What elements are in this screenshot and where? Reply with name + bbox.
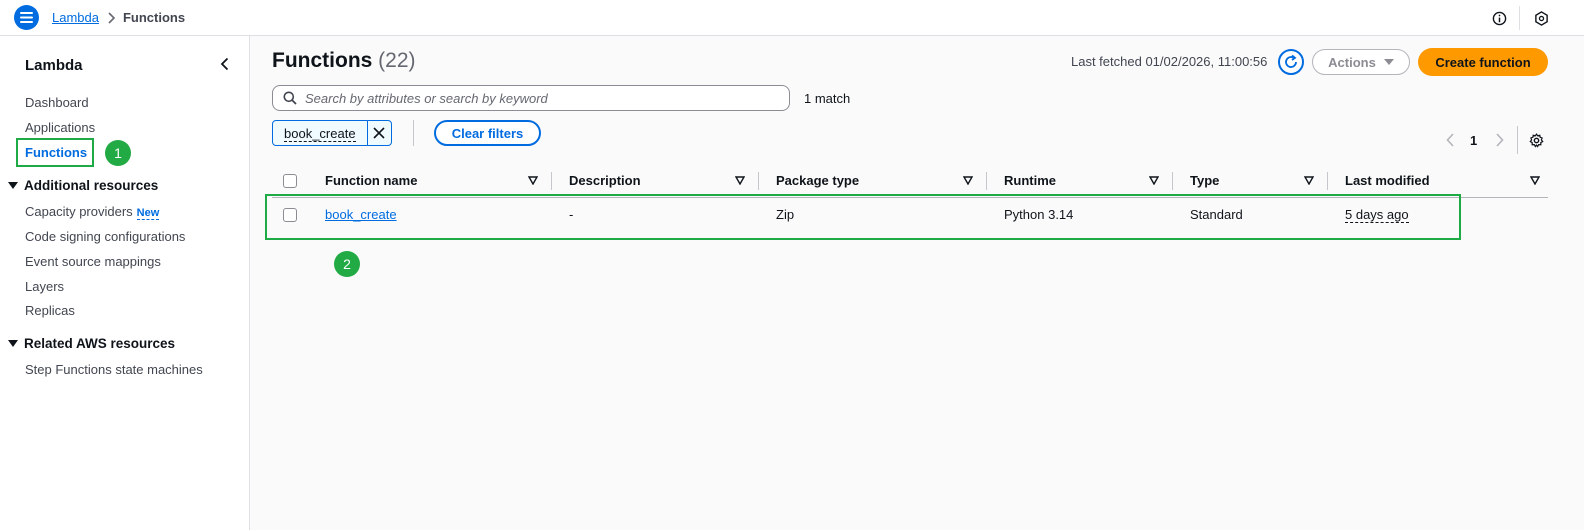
gear-icon[interactable] bbox=[1528, 132, 1544, 148]
section-title: Additional resources bbox=[24, 178, 159, 193]
search-field bbox=[272, 85, 790, 111]
highlight-function-row bbox=[265, 194, 1461, 240]
table-cell-last-modified: 5 days ago bbox=[1345, 207, 1409, 223]
column-divider[interactable] bbox=[1327, 172, 1328, 190]
clear-filters-button[interactable]: Clear filters bbox=[434, 120, 541, 146]
create-function-button[interactable]: Create function bbox=[1418, 48, 1548, 76]
sidebar-item-code-signing-configurations[interactable]: Code signing configurations bbox=[25, 229, 185, 244]
table-cell-type: Standard bbox=[1190, 207, 1243, 222]
filter-token-text: book_create bbox=[284, 126, 356, 142]
collapse-icon[interactable] bbox=[218, 57, 230, 71]
side-navigation: Lambda Dashboard Applications Functions … bbox=[0, 36, 250, 530]
chevron-right-icon bbox=[107, 11, 115, 24]
actions-button[interactable]: Actions bbox=[1312, 49, 1410, 75]
row-select-checkbox[interactable] bbox=[283, 208, 297, 222]
divider bbox=[1519, 6, 1520, 30]
sidebar-item-dashboard[interactable]: Dashboard bbox=[25, 95, 89, 110]
column-header-type[interactable]: Type bbox=[1190, 173, 1219, 188]
divider bbox=[1517, 126, 1518, 154]
sort-icon[interactable] bbox=[963, 175, 973, 185]
section-related-aws-resources[interactable]: Related AWS resources bbox=[8, 336, 175, 351]
column-divider[interactable] bbox=[551, 172, 552, 190]
sidebar-item-capacity-providers[interactable]: Capacity providers New bbox=[25, 204, 160, 220]
caret-down-icon bbox=[8, 340, 18, 347]
refresh-button[interactable] bbox=[1278, 49, 1304, 75]
sidebar-item-replicas[interactable]: Replicas bbox=[25, 303, 75, 318]
column-divider[interactable] bbox=[1172, 172, 1173, 190]
sort-icon[interactable] bbox=[1530, 175, 1540, 185]
table-cell-runtime: Python 3.14 bbox=[1004, 207, 1074, 222]
previous-page-icon[interactable] bbox=[1444, 132, 1456, 148]
sidebar-title: Lambda bbox=[25, 57, 83, 74]
match-count: 1 match bbox=[804, 91, 851, 106]
search-input[interactable] bbox=[305, 90, 785, 106]
menu-icon[interactable] bbox=[14, 5, 39, 30]
breadcrumb-lambda[interactable]: Lambda bbox=[52, 10, 99, 25]
function-link[interactable]: book_create bbox=[325, 207, 397, 222]
breadcrumb-functions: Functions bbox=[122, 10, 186, 25]
section-additional-resources[interactable]: Additional resources bbox=[8, 178, 158, 193]
column-header-package-type[interactable]: Package type bbox=[776, 173, 859, 188]
caret-down-icon bbox=[8, 182, 18, 189]
actions-label: Actions bbox=[1328, 54, 1376, 70]
divider bbox=[413, 120, 414, 146]
last-modified-value[interactable]: 5 days ago bbox=[1345, 207, 1409, 223]
section-title: Related AWS resources bbox=[24, 336, 176, 351]
breadcrumb: Lambda Functions bbox=[52, 10, 185, 25]
table-header-divider bbox=[272, 197, 1548, 198]
page-title-text: Functions bbox=[272, 49, 373, 72]
last-fetched-text: Last fetched 01/02/2026, 11:00:56 bbox=[1071, 54, 1268, 69]
page-number[interactable]: 1 bbox=[1470, 133, 1477, 148]
table-cell-package-type: Zip bbox=[776, 207, 795, 222]
table-cell-description: - bbox=[569, 207, 574, 222]
caret-down-icon bbox=[1383, 59, 1394, 65]
step-marker-2: 2 bbox=[334, 251, 360, 277]
filter-token: book_create bbox=[272, 120, 392, 146]
sidebar-item-applications[interactable]: Applications bbox=[25, 120, 95, 135]
search-icon bbox=[283, 91, 297, 105]
hexagon-settings-icon[interactable] bbox=[1533, 10, 1549, 26]
refresh-icon bbox=[1285, 54, 1297, 68]
sort-icon[interactable] bbox=[735, 175, 745, 185]
next-page-icon[interactable] bbox=[1494, 132, 1506, 148]
step-marker-1: 1 bbox=[105, 140, 131, 166]
column-divider[interactable] bbox=[986, 172, 987, 190]
select-all-checkbox[interactable] bbox=[283, 174, 297, 188]
column-header-runtime[interactable]: Runtime bbox=[1004, 173, 1056, 188]
sort-icon[interactable] bbox=[528, 175, 538, 185]
function-count: (22) bbox=[378, 49, 416, 72]
top-navigation-bar: Lambda Functions bbox=[0, 0, 1584, 36]
sidebar-item-step-functions-state-machines[interactable]: Step Functions state machines bbox=[25, 362, 203, 377]
info-icon[interactable] bbox=[1491, 10, 1507, 26]
new-badge: New bbox=[136, 207, 160, 220]
sidebar-item-label: Capacity providers bbox=[25, 204, 133, 219]
sidebar-item-functions[interactable]: Functions bbox=[25, 145, 87, 160]
column-divider[interactable] bbox=[758, 172, 759, 190]
sort-icon[interactable] bbox=[1304, 175, 1314, 185]
column-header-description[interactable]: Description bbox=[569, 173, 641, 188]
sort-icon[interactable] bbox=[1149, 175, 1159, 185]
filter-token-label[interactable]: book_create bbox=[273, 121, 367, 145]
sidebar-item-layers[interactable]: Layers bbox=[25, 279, 64, 294]
column-header-function-name[interactable]: Function name bbox=[325, 173, 417, 188]
close-icon[interactable] bbox=[366, 121, 391, 145]
page-title: Functions (22) bbox=[272, 49, 416, 73]
table-cell-function-name: book_create bbox=[325, 207, 397, 222]
column-header-last-modified[interactable]: Last modified bbox=[1345, 173, 1430, 188]
sidebar-item-event-source-mappings[interactable]: Event source mappings bbox=[25, 254, 161, 269]
